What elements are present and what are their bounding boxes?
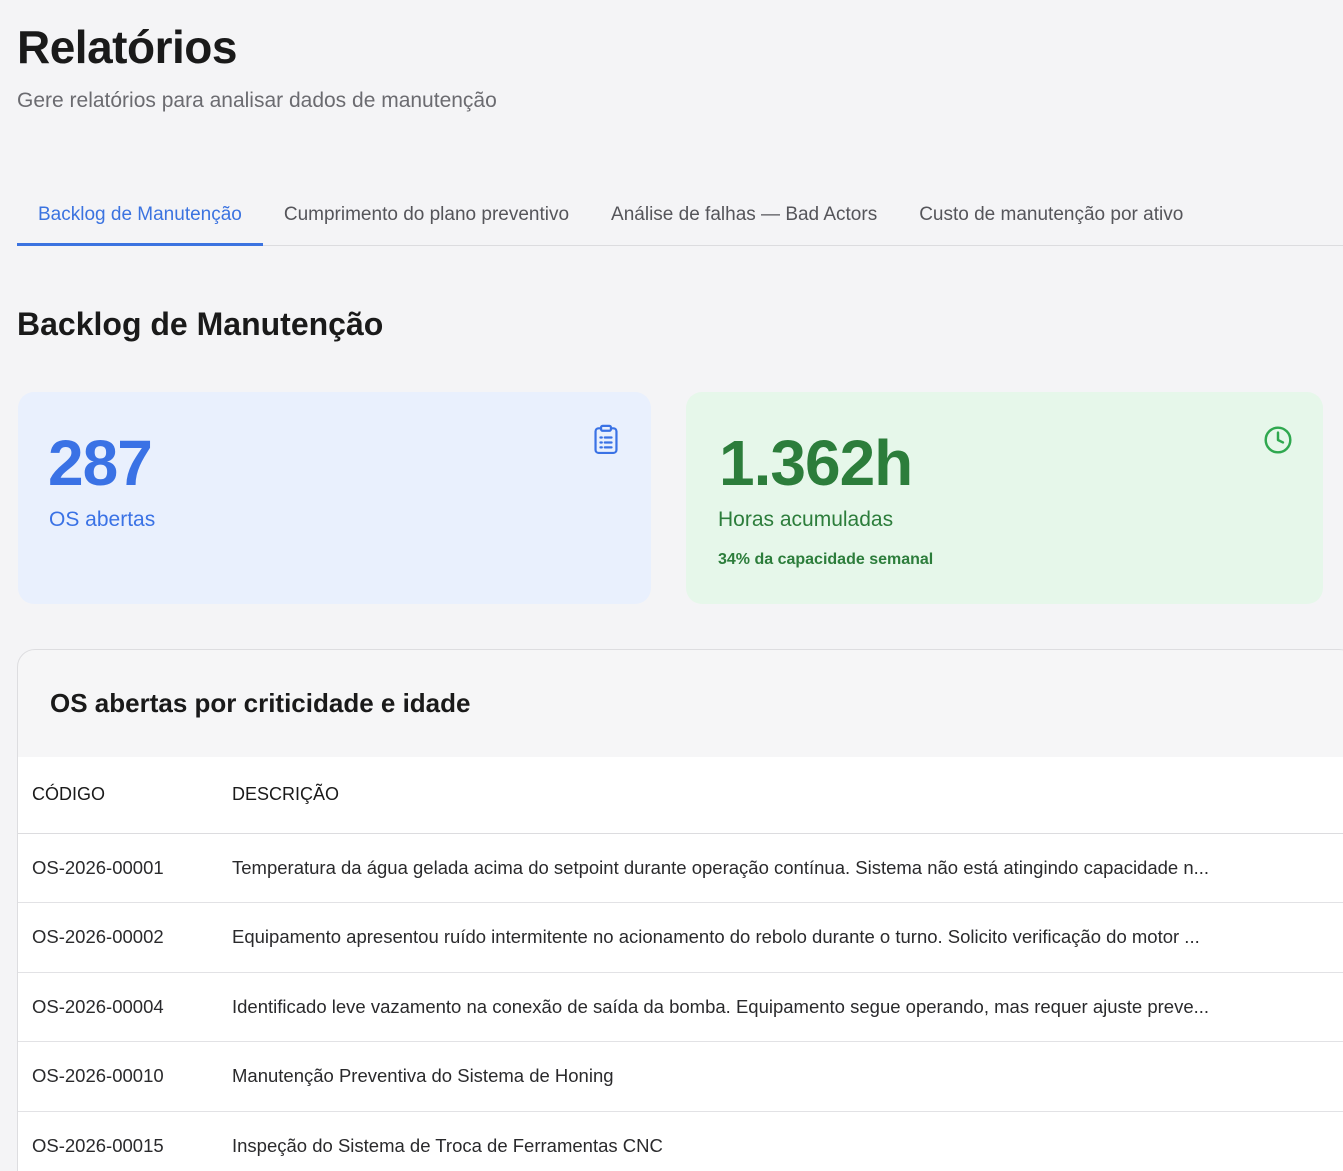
clipboard-list-icon [594, 424, 618, 455]
table-row[interactable]: OS-2026-00015 Inspeção do Sistema de Tro… [18, 1111, 1343, 1171]
kpi-hours-note: 34% da capacidade semanal [718, 551, 934, 568]
cell-description: Identificado leve vazamento na conexão d… [232, 972, 1343, 1042]
page-title: Relatórios [17, 21, 237, 73]
cell-code: OS-2026-00004 [18, 972, 232, 1042]
cell-description: Inspeção do Sistema de Troca de Ferramen… [232, 1111, 1343, 1171]
table-row[interactable]: OS-2026-00001 Temperatura da água gelada… [18, 833, 1343, 903]
cell-description: Equipamento apresentou ruído intermitent… [232, 902, 1343, 973]
tab-preventive-plan[interactable]: Cumprimento do plano preventivo [263, 186, 590, 246]
open-orders-table: CÓDIGO DESCRIÇÃO OS-2026-00001 Temperatu… [18, 757, 1343, 1171]
cell-code: OS-2026-00002 [18, 902, 232, 973]
open-orders-table-wrap: CÓDIGO DESCRIÇÃO OS-2026-00001 Temperatu… [18, 757, 1343, 1171]
section-title: Backlog de Manutenção [17, 306, 384, 342]
reports-page: Relatórios Gere relatórios para analisar… [0, 0, 1343, 1171]
tab-cost-per-asset[interactable]: Custo de manutenção por ativo [898, 186, 1204, 246]
column-header-code[interactable]: CÓDIGO [18, 757, 232, 834]
cell-code: OS-2026-00015 [18, 1111, 232, 1171]
cell-description: Manutenção Preventiva do Sistema de Honi… [232, 1041, 1343, 1112]
cell-code: OS-2026-00010 [18, 1041, 232, 1112]
card-title: OS abertas por criticidade e idade [50, 688, 471, 718]
report-tabs: Backlog de Manutenção Cumprimento do pla… [17, 186, 1343, 246]
open-orders-card: OS abertas por criticidade e idade CÓDIG… [17, 649, 1343, 1171]
table-row[interactable]: OS-2026-00004 Identificado leve vazament… [18, 972, 1343, 1042]
table-header-row: CÓDIGO DESCRIÇÃO [18, 757, 1343, 834]
column-header-description[interactable]: DESCRIÇÃO [232, 757, 1343, 834]
cell-code: OS-2026-00001 [18, 833, 232, 903]
kpi-hours-label: Horas acumuladas [718, 508, 894, 531]
kpi-hours-value: 1.362h [719, 427, 913, 499]
cell-description: Temperatura da água gelada acima do setp… [232, 833, 1343, 903]
kpi-open-orders-label: OS abertas [49, 508, 156, 531]
tab-bad-actors[interactable]: Análise de falhas — Bad Actors [590, 186, 898, 246]
table-row[interactable]: OS-2026-00010 Manutenção Preventiva do S… [18, 1041, 1343, 1112]
page-subtitle: Gere relatórios para analisar dados de m… [17, 89, 497, 112]
table-row[interactable]: OS-2026-00002 Equipamento apresentou ruí… [18, 902, 1343, 973]
tab-backlog[interactable]: Backlog de Manutenção [17, 186, 263, 246]
clock-icon [1264, 426, 1292, 454]
kpi-card-open-orders: 287 OS abertas [18, 392, 651, 604]
kpi-card-hours: 1.362h Horas acumuladas 34% da capacidad… [686, 392, 1323, 604]
kpi-open-orders-value: 287 [48, 427, 153, 499]
